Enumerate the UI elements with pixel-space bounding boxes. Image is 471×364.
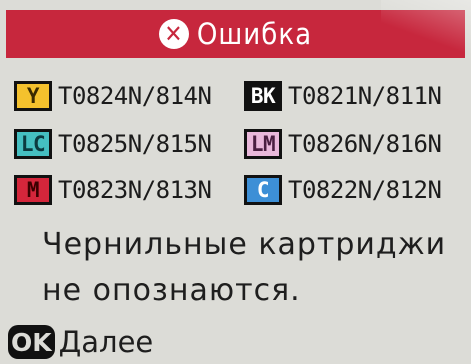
cartridge-row-1: Y T0824N/814N BK T0821N/811N xyxy=(14,76,471,116)
printer-lcd-screen: ✕ Ошибка Y T0824N/814N BK T0821N/811N LC… xyxy=(0,0,471,364)
cartridge-badge-magenta: M xyxy=(14,175,52,205)
error-message: Чернильные картриджи не опознаются. xyxy=(42,222,462,314)
cartridge-code: T0822N/812N xyxy=(288,176,442,204)
cartridge-light-cyan: LC T0825N/815N xyxy=(14,129,244,159)
cartridge-black: BK T0821N/811N xyxy=(244,81,471,111)
cartridge-light-magenta: LM T0826N/816N xyxy=(244,129,471,159)
error-title-bar: ✕ Ошибка xyxy=(6,10,465,58)
cartridge-badge-black: BK xyxy=(244,81,282,111)
cartridge-code: T0824N/814N xyxy=(58,82,212,110)
cartridge-badge-yellow: Y xyxy=(14,81,52,111)
cartridge-code: T0826N/816N xyxy=(288,130,442,158)
close-circle-icon: ✕ xyxy=(158,19,189,49)
cartridge-badge-light-cyan: LC xyxy=(14,129,52,159)
error-message-line-2: не опознаются. xyxy=(42,273,301,308)
cartridge-row-2: LC T0825N/815N LM T0826N/816N xyxy=(14,124,471,164)
next-label: Далее xyxy=(58,325,154,359)
cartridge-code: T0821N/811N xyxy=(288,82,442,110)
cartridge-badge-cyan: C xyxy=(244,175,282,205)
cartridge-code: T0823N/813N xyxy=(58,176,212,204)
cartridge-badge-light-magenta: LM xyxy=(244,129,282,159)
cartridge-yellow: Y T0824N/814N xyxy=(14,81,244,111)
cartridge-magenta: M T0823N/813N xyxy=(14,175,244,205)
footer-action[interactable]: OK Далее xyxy=(8,322,153,362)
ok-button[interactable]: OK xyxy=(8,325,55,359)
error-message-line-1: Чернильные картриджи xyxy=(42,227,447,262)
error-title: Ошибка xyxy=(196,17,313,51)
cartridge-cyan: C T0822N/812N xyxy=(244,175,471,205)
cartridge-code: T0825N/815N xyxy=(58,130,212,158)
cartridge-row-3: M T0823N/813N C T0822N/812N xyxy=(14,170,471,210)
